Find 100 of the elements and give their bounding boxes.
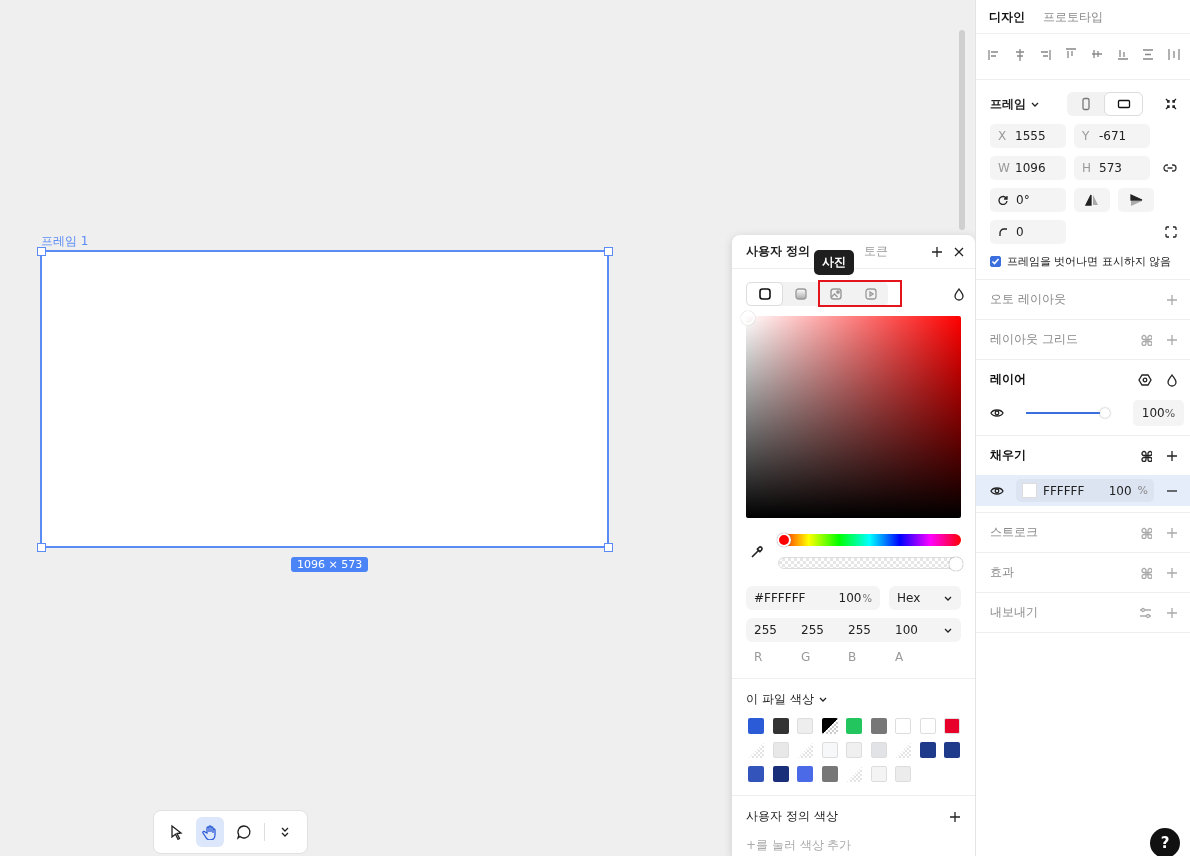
color-swatch[interactable] — [944, 718, 960, 734]
color-swatch[interactable] — [944, 742, 960, 758]
section-title[interactable]: 프레임 — [990, 95, 1026, 113]
tooltip: 사진 — [814, 250, 854, 275]
align-top-icon[interactable] — [1065, 48, 1078, 61]
color-thumb[interactable] — [741, 311, 755, 325]
color-swatch[interactable] — [772, 766, 789, 782]
color-swatch[interactable] — [821, 718, 838, 734]
fill-type-switcher[interactable] — [746, 282, 888, 306]
color-swatch[interactable] — [919, 718, 936, 734]
flip-horizontal-button[interactable] — [1074, 188, 1110, 212]
color-swatch[interactable] — [772, 742, 789, 758]
scrollbar[interactable] — [959, 30, 965, 230]
checkbox[interactable] — [990, 256, 1001, 267]
eye-icon[interactable] — [990, 484, 1004, 497]
color-chip[interactable] — [1022, 483, 1037, 498]
fill-type-button[interactable] — [746, 282, 783, 306]
checkbox-label: 프레임을 벗어나면 표시하지 않음 — [1007, 254, 1172, 269]
color-swatch[interactable] — [895, 718, 911, 734]
sliders-icon[interactable] — [1139, 606, 1152, 619]
color-swatch[interactable] — [846, 742, 862, 758]
color-swatch[interactable] — [846, 718, 862, 734]
chevron-down-icon[interactable] — [817, 695, 828, 704]
link-icon[interactable] — [1163, 163, 1177, 173]
color-swatch[interactable] — [772, 718, 789, 734]
input-field[interactable]: Y -671 — [1074, 124, 1150, 148]
help-button[interactable]: ? — [1150, 828, 1180, 856]
field-value: 0 — [1016, 225, 1024, 239]
flip-vertical-button[interactable] — [1118, 188, 1154, 212]
picker-tab[interactable]: 사용자 정의 — [746, 243, 811, 260]
align-bottom-icon[interactable] — [1116, 48, 1129, 61]
color-swatch[interactable] — [797, 766, 813, 782]
opacity-thumb[interactable] — [949, 557, 963, 571]
blend-icon[interactable] — [1138, 372, 1152, 387]
resize-handle[interactable] — [37, 543, 46, 552]
distribute-horizontal-icon[interactable] — [1167, 48, 1180, 61]
hex-field[interactable]: #FFFFFF 100% — [746, 586, 880, 610]
hint-text: +를 눌러 색상 추가 — [746, 837, 853, 854]
droplet-icon[interactable] — [953, 287, 965, 301]
frame[interactable] — [40, 250, 609, 548]
input-field[interactable]: H 573 — [1074, 156, 1150, 180]
corner-frame-icon[interactable] — [1165, 226, 1177, 238]
plus-icon[interactable] — [931, 245, 943, 258]
align-center-icon[interactable] — [1013, 48, 1026, 61]
align-middle-icon[interactable] — [1090, 48, 1103, 61]
panel-tab[interactable]: 프로토타입 — [1043, 9, 1103, 33]
fill-row[interactable]: FFFFFF 100 % — [976, 475, 1190, 506]
play-icon — [863, 287, 878, 301]
field-label: X — [998, 129, 1007, 143]
collapse-icon[interactable] — [1165, 98, 1177, 110]
color-swatch[interactable] — [797, 718, 813, 734]
color-swatch[interactable] — [919, 742, 936, 758]
color-swatch[interactable] — [870, 766, 887, 782]
pointer-icon — [168, 824, 184, 840]
rgba-field[interactable]: 255 255 255 100 — [746, 618, 961, 642]
distribute-vertical-icon[interactable] — [1142, 48, 1155, 61]
flip-horizontal-icon — [1085, 194, 1099, 206]
resize-handle[interactable] — [604, 247, 613, 256]
close-icon[interactable] — [953, 245, 965, 258]
resize-handle[interactable] — [604, 543, 613, 552]
field-label: H — [1082, 161, 1091, 175]
channel-label: A — [895, 650, 905, 664]
resize-handle[interactable] — [37, 247, 46, 256]
format-dropdown[interactable]: Hex — [889, 586, 961, 610]
eyedropper-icon[interactable] — [750, 544, 764, 559]
style-grid-icon[interactable] — [1140, 449, 1152, 462]
input-field[interactable]: 0 — [990, 220, 1066, 244]
droplet-icon[interactable] — [1166, 372, 1178, 387]
color-swatch[interactable] — [895, 766, 911, 782]
color-swatch[interactable] — [821, 742, 838, 758]
plus-icon[interactable] — [1166, 449, 1178, 462]
opacity-value: 100 — [1141, 406, 1165, 420]
hex-value: FFFFFF — [1043, 483, 1085, 498]
hue-slider[interactable] — [778, 534, 961, 546]
color-swatch[interactable] — [870, 718, 887, 734]
align-right-icon[interactable] — [1039, 48, 1052, 61]
opacity-slider[interactable] — [778, 557, 961, 569]
opacity-field[interactable]: 100% — [1133, 400, 1184, 426]
hue-thumb[interactable] — [777, 533, 791, 547]
input-field[interactable]: X 1555 — [990, 124, 1066, 148]
panel-tab[interactable]: 디자인 — [989, 9, 1025, 33]
comment-icon — [236, 824, 253, 840]
plus-icon[interactable] — [949, 810, 961, 823]
align-left-icon[interactable] — [988, 48, 1000, 61]
size-badge: 1096 × 573 — [291, 557, 369, 572]
input-field[interactable]: W 1096 — [990, 156, 1066, 180]
orientation-switcher[interactable] — [1067, 92, 1143, 116]
input-field[interactable]: 0° — [990, 188, 1066, 212]
color-swatch[interactable] — [748, 718, 764, 734]
slider-thumb[interactable] — [1099, 408, 1110, 418]
color-swatch[interactable] — [870, 742, 887, 758]
section-title[interactable]: 이 파일 색상 — [746, 691, 814, 708]
landscape-icon — [1116, 98, 1131, 110]
color-swatch[interactable] — [748, 766, 764, 782]
section-title: 사용자 정의 색상 — [746, 808, 838, 825]
orientation-button[interactable] — [1104, 92, 1143, 116]
square-icon — [757, 287, 772, 301]
color-swatch[interactable] — [821, 766, 838, 782]
eye-icon[interactable] — [990, 407, 1004, 419]
fill-field[interactable]: FFFFFF 100 % — [1016, 479, 1154, 502]
